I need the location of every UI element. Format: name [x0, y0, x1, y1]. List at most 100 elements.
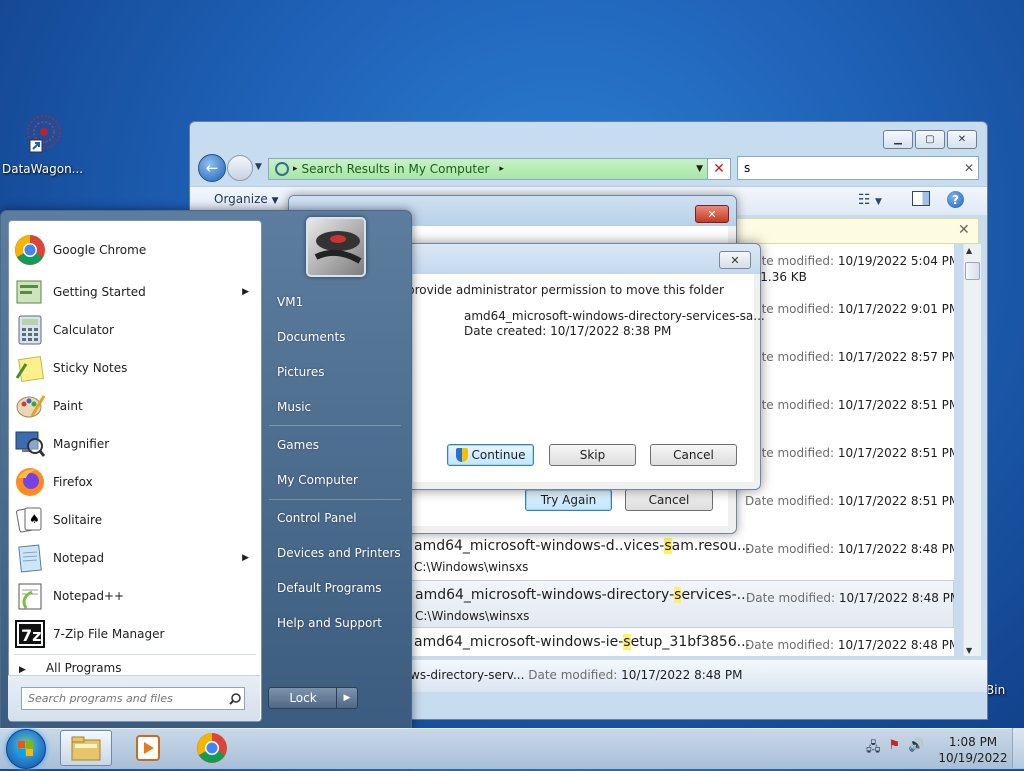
cancel-button[interactable]: Cancel	[650, 444, 737, 466]
submenu-arrow-icon: ▶	[242, 287, 249, 297]
default-programs-link[interactable]: Default Programs	[269, 573, 404, 603]
program-sticky-notes[interactable]: Sticky Notes	[9, 349, 261, 387]
show-desktop-button[interactable]	[1012, 728, 1024, 768]
try-again-button[interactable]: Try Again	[525, 489, 612, 511]
clock-date: 10/19/2022	[938, 751, 1008, 765]
clock-time: 1:08 PM	[948, 735, 998, 749]
program-google-chrome[interactable]: Google Chrome	[9, 231, 261, 269]
date-modified: Date modified: 10/17/2022 8:48 PM	[746, 591, 954, 605]
chevron-down-icon: ▼	[875, 197, 882, 207]
my-computer-link[interactable]: My Computer	[269, 465, 404, 495]
recycle-bin-label[interactable]: Bin	[986, 683, 1005, 697]
organize-menu[interactable]: Organize ▼	[214, 192, 279, 206]
program-label: Notepad++	[53, 589, 125, 603]
program-notepad[interactable]: Notepad ▶	[9, 539, 261, 577]
taskbar-explorer-button[interactable]	[60, 730, 112, 766]
date-modified: Date modified: 10/19/2022 5:04 PM	[745, 254, 954, 268]
clear-search-icon[interactable]: ✕	[960, 161, 978, 175]
menu-divider	[269, 425, 401, 426]
date-modified: Date modified: 10/17/2022 8:51 PM	[745, 494, 954, 508]
program-label: Getting Started	[53, 285, 146, 299]
program-magnifier[interactable]: Magnifier	[9, 425, 261, 463]
back-button[interactable]: ←	[198, 154, 226, 182]
item-name: amd64_microsoft-windows-directory-servic…	[464, 309, 765, 323]
preview-pane-button[interactable]	[912, 191, 930, 206]
maximize-button[interactable]: ▢	[915, 130, 945, 149]
breadcrumb-arrow-icon: ▸	[293, 164, 298, 174]
scroll-down-icon[interactable]: ▼	[966, 646, 972, 655]
dialog-close-button[interactable]: ✕	[719, 251, 751, 269]
search-input[interactable]	[742, 160, 960, 176]
program-label: Sticky Notes	[53, 361, 128, 375]
user-avatar[interactable]	[306, 217, 366, 277]
list-item[interactable]: amd64_microsoft-windows-d..vices-sam.res…	[410, 532, 954, 580]
program-getting-started[interactable]: Getting Started ▶	[9, 273, 261, 311]
network-icon[interactable]: 🖧	[866, 738, 881, 760]
solitaire-icon: ♠	[14, 504, 46, 536]
7zip-icon: 7z	[14, 618, 46, 650]
skip-button[interactable]: Skip	[549, 444, 636, 466]
stop-search-button[interactable]: ✕	[707, 158, 731, 180]
taskbar-chrome-button[interactable]	[186, 730, 238, 766]
arrow-right-icon: ▶	[19, 665, 26, 675]
list-item[interactable]: amd64_microsoft-windows-ie-setup_31bf385…	[410, 628, 954, 656]
address-dropdown-icon[interactable]: ▼	[696, 164, 703, 174]
address-bar[interactable]: ▸ Search Results in My Computer ▸ ▼	[268, 158, 708, 180]
forward-button[interactable]	[227, 155, 253, 181]
action-center-flag-icon[interactable]: ⚑	[889, 738, 901, 760]
chrome-icon	[14, 234, 46, 266]
taskbar-clock[interactable]: 1:08 PM 10/19/2022	[938, 734, 1008, 766]
details-info: ws-directory-serv... Date modified: 10/1…	[410, 668, 743, 682]
program-solitaire[interactable]: ♠ Solitaire	[9, 501, 261, 539]
dialog-close-button[interactable]: ✕	[695, 205, 729, 223]
start-button[interactable]	[6, 729, 46, 769]
documents-link[interactable]: Documents	[269, 322, 404, 352]
music-link[interactable]: Music	[269, 392, 404, 422]
program-firefox[interactable]: Firefox	[9, 463, 261, 501]
close-button[interactable]: ✕	[947, 130, 977, 149]
start-search-box[interactable]	[21, 687, 245, 710]
devices-printers-link[interactable]: Devices and Printers	[269, 538, 404, 568]
program-notepad-plus-plus[interactable]: Notepad++	[9, 577, 261, 615]
control-panel-link[interactable]: Control Panel	[269, 503, 404, 533]
recent-pages-dropdown[interactable]: ▼	[255, 162, 262, 172]
taskbar-media-player-button[interactable]	[122, 730, 174, 766]
program-label: Notepad	[53, 551, 104, 565]
lock-button[interactable]: Lock	[268, 687, 338, 709]
arrow-right-icon: ▶	[343, 693, 351, 703]
search-icon[interactable]	[226, 692, 244, 705]
volume-icon[interactable]: 🔊	[908, 738, 924, 760]
datawagon-icon	[18, 112, 62, 156]
date-modified: Date modified: 10/17/2022 8:48 PM	[745, 542, 954, 556]
file-path: C:\Windows\winsxs	[415, 609, 530, 623]
program-label: Calculator	[53, 323, 114, 337]
desktop-icon-datawagon[interactable]: DataWagon...	[2, 112, 83, 176]
all-programs-button[interactable]: ▶ All Programs	[19, 661, 122, 675]
minimize-button[interactable]: ▁	[883, 130, 913, 149]
pictures-link[interactable]: Pictures	[269, 357, 404, 387]
cancel-button[interactable]: Cancel	[625, 489, 713, 511]
program-paint[interactable]: Paint	[9, 387, 261, 425]
user-folder-link[interactable]: VM1	[269, 287, 404, 317]
organize-label: Organize	[214, 192, 268, 206]
continue-label: Continue	[471, 448, 526, 462]
games-link[interactable]: Games	[269, 430, 404, 460]
program-label: Google Chrome	[53, 243, 147, 257]
help-support-link[interactable]: Help and Support	[269, 608, 404, 638]
scroll-up-icon[interactable]: ▲	[966, 246, 972, 255]
calculator-icon	[14, 314, 46, 346]
list-item-selected[interactable]: amd64_microsoft-windows-directory-servic…	[410, 580, 954, 628]
shutdown-options-button[interactable]: ▶	[336, 687, 358, 709]
vertical-scrollbar[interactable]	[963, 244, 981, 656]
scrollbar-thumb[interactable]	[965, 262, 980, 280]
search-box[interactable]: ✕	[737, 156, 979, 180]
program-7zip[interactable]: 7z 7-Zip File Manager	[9, 615, 261, 653]
change-view-button[interactable]: ☷ ▼	[858, 192, 888, 208]
dialog-titlebar[interactable]	[407, 244, 760, 274]
close-infobar-icon[interactable]: ✕	[958, 222, 970, 238]
start-search-input[interactable]	[26, 691, 226, 706]
help-button[interactable]: ?	[947, 191, 964, 208]
continue-button[interactable]: Continue	[447, 444, 534, 466]
program-calculator[interactable]: Calculator	[9, 311, 261, 349]
date-modified: Date modified: 10/17/2022 8:48 PM	[745, 638, 954, 652]
